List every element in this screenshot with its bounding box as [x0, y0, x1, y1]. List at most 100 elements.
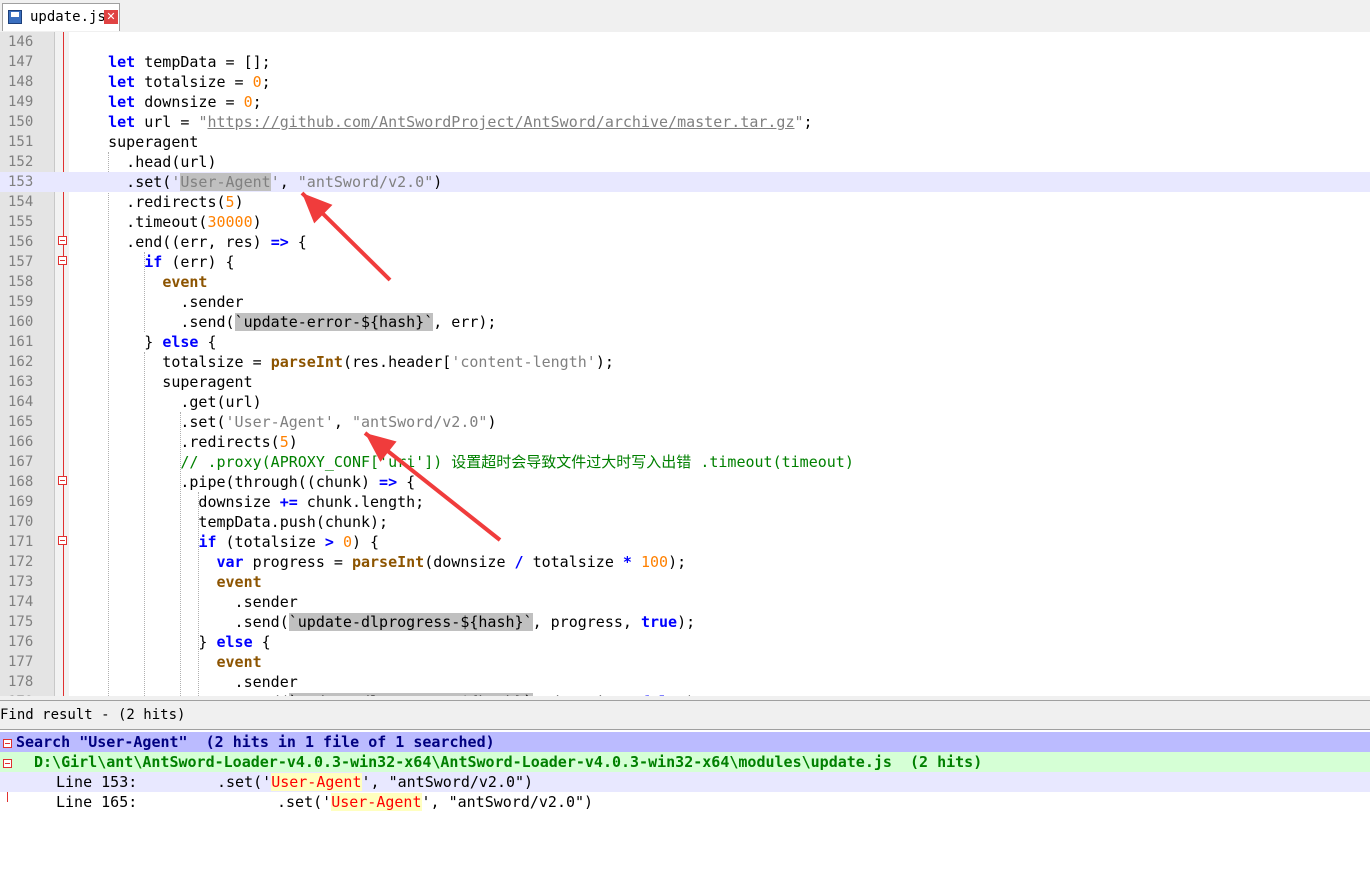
- code-text: } else {: [72, 633, 271, 651]
- code-text: .head(url): [72, 153, 217, 171]
- code-line[interactable]: 151 superagent: [0, 132, 1370, 152]
- code-line[interactable]: 175 .send(`update-dlprogress-${hash}`, p…: [0, 612, 1370, 632]
- code-text: .end((err, res) => {: [72, 233, 307, 251]
- code-text: .send(`update-dlprogress-${hash}`, progr…: [72, 613, 696, 631]
- line-number: 162: [8, 354, 34, 370]
- code-line[interactable]: 156 .end((err, res) => {: [0, 232, 1370, 252]
- find-result-panel[interactable]: Search "User-Agent" (2 hits in 1 file of…: [0, 730, 1370, 838]
- code-line[interactable]: 172 var progress = parseInt(downsize / t…: [0, 552, 1370, 572]
- code-line[interactable]: 159 .sender: [0, 292, 1370, 312]
- line-number: 159: [8, 294, 34, 310]
- line-number: 165: [8, 414, 34, 430]
- code-line[interactable]: 171 if (totalsize > 0) {: [0, 532, 1370, 552]
- code-line[interactable]: 167 // .proxy(APROXY_CONF['uri']) 设置超时会导…: [0, 452, 1370, 472]
- code-text: event: [216, 653, 262, 671]
- code-line[interactable]: 166 .redirects(5): [0, 432, 1370, 452]
- line-number: 176: [8, 634, 34, 650]
- code-text: downsize += chunk.length;: [72, 493, 425, 511]
- code-line[interactable]: 177 event: [0, 652, 1370, 672]
- code-line[interactable]: 152 .head(url): [0, 152, 1370, 172]
- code-line[interactable]: 173 event: [0, 572, 1370, 592]
- code-text: .pipe(through((chunk) => {: [72, 473, 416, 491]
- fold-toggle-icon[interactable]: [58, 236, 67, 245]
- code-text: .redirects(5): [72, 433, 298, 451]
- line-number: 172: [8, 554, 34, 570]
- line-number: 148: [8, 74, 34, 90]
- tab-bar: update.js ✕: [0, 0, 1370, 33]
- line-number: 164: [8, 394, 34, 410]
- code-line[interactable]: 168 .pipe(through((chunk) => {: [0, 472, 1370, 492]
- code-text: tempData.push(chunk);: [72, 513, 389, 531]
- code-editor[interactable]: 146 147 let tempData = []; 148 let totalsi…: [0, 32, 1370, 696]
- code-line[interactable]: 148 let totalsize = 0;: [0, 72, 1370, 92]
- collapse-icon[interactable]: [3, 739, 12, 748]
- file-result-row[interactable]: D:\Girl\ant\AntSword-Loader-v4.0.3-win32…: [0, 752, 1370, 772]
- find-result-title: Find result - (2 hits): [0, 707, 186, 723]
- line-number: 156: [8, 234, 34, 250]
- save-icon: [8, 10, 22, 24]
- search-summary-text: Search "User-Agent" (2 hits in 1 file of…: [16, 733, 495, 751]
- line-number: 154: [8, 194, 34, 210]
- code-text: totalsize = parseInt(res.header['content…: [72, 353, 614, 371]
- line-number: 157: [8, 254, 34, 270]
- fold-toggle-icon[interactable]: [58, 536, 67, 545]
- code-line[interactable]: 178 .sender: [0, 672, 1370, 692]
- code-text: superagent: [72, 133, 199, 151]
- code-line[interactable]: 157 if (err) {: [0, 252, 1370, 272]
- code-text: .sender: [72, 673, 298, 691]
- code-line[interactable]: 162 totalsize = parseInt(res.header['con…: [0, 352, 1370, 372]
- code-text: let totalsize = 0;: [108, 73, 271, 91]
- code-line[interactable]: 158 event: [0, 272, 1370, 292]
- code-text: } else {: [72, 333, 217, 351]
- code-text: event: [162, 273, 208, 291]
- fold-toggle-icon[interactable]: [58, 476, 67, 485]
- code-text: let downsize = 0;: [108, 93, 262, 111]
- code-line[interactable]: 165 .set('User-Agent', "antSword/v2.0"): [0, 412, 1370, 432]
- code-line[interactable]: 163 superagent: [0, 372, 1370, 392]
- code-line[interactable]: 161 } else {: [0, 332, 1370, 352]
- search-summary-row[interactable]: Search "User-Agent" (2 hits in 1 file of…: [0, 732, 1370, 752]
- code-line[interactable]: 164 .get(url): [0, 392, 1370, 412]
- code-text: let url = "https://github.com/AntSwordPr…: [108, 113, 813, 131]
- code-line[interactable]: 150 let url = "https://github.com/AntSwo…: [0, 112, 1370, 132]
- code-text: if (totalsize > 0) {: [198, 533, 380, 551]
- line-number: 167: [8, 454, 34, 470]
- code-text: .get(url): [72, 393, 262, 411]
- line-number: 158: [8, 274, 34, 290]
- line-number: 168: [8, 474, 34, 490]
- line-number: 151: [8, 134, 34, 150]
- code-text: .set('User-Agent', "antSword/v2.0"): [72, 173, 443, 191]
- code-line[interactable]: 169 downsize += chunk.length;: [0, 492, 1370, 512]
- tab-label: update.js: [30, 9, 106, 25]
- code-text: if (err) {: [144, 253, 235, 271]
- close-tab-icon[interactable]: ✕: [104, 10, 118, 24]
- hit-line-number: Line 165:: [56, 793, 138, 811]
- hit-row[interactable]: Line 153: .set('User-Agent', "antSword/v…: [0, 772, 1370, 792]
- code-line[interactable]: 170 tempData.push(chunk);: [0, 512, 1370, 532]
- hit-line-number: Line 153:: [56, 773, 138, 791]
- line-number: 147: [8, 54, 34, 70]
- code-text: .set('User-Agent', "antSword/v2.0"): [72, 413, 497, 431]
- code-line[interactable]: 153 .set('User-Agent', "antSword/v2.0"): [0, 172, 1370, 192]
- file-path-text: D:\Girl\ant\AntSword-Loader-v4.0.3-win32…: [34, 753, 983, 771]
- code-line[interactable]: 160 .send(`update-error-${hash}`, err);: [0, 312, 1370, 332]
- code-line[interactable]: 155 .timeout(30000): [0, 212, 1370, 232]
- code-line[interactable]: 174 .sender: [0, 592, 1370, 612]
- line-number: 150: [8, 114, 34, 130]
- code-line[interactable]: 149 let downsize = 0;: [0, 92, 1370, 112]
- collapse-icon[interactable]: [3, 759, 12, 768]
- code-line[interactable]: 154 .redirects(5): [0, 192, 1370, 212]
- code-text: .timeout(30000): [72, 213, 262, 231]
- fold-toggle-icon[interactable]: [58, 256, 67, 265]
- hit-row[interactable]: Line 165: .set('User-Agent', "antSword/v…: [0, 792, 1370, 812]
- code-line[interactable]: 147 let tempData = [];: [0, 52, 1370, 72]
- code-text: .sender: [72, 293, 244, 311]
- code-line[interactable]: 146: [0, 32, 1370, 52]
- code-text: var progress = parseInt(downsize / total…: [216, 553, 687, 571]
- code-line[interactable]: 176 } else {: [0, 632, 1370, 652]
- find-result-header: Find result - (2 hits): [0, 700, 1370, 730]
- line-number: 177: [8, 654, 34, 670]
- hit-code: .set('User-Agent', "antSword/v2.0"): [217, 773, 534, 791]
- tab-update-js[interactable]: update.js ✕: [2, 3, 120, 31]
- line-number: 170: [8, 514, 34, 530]
